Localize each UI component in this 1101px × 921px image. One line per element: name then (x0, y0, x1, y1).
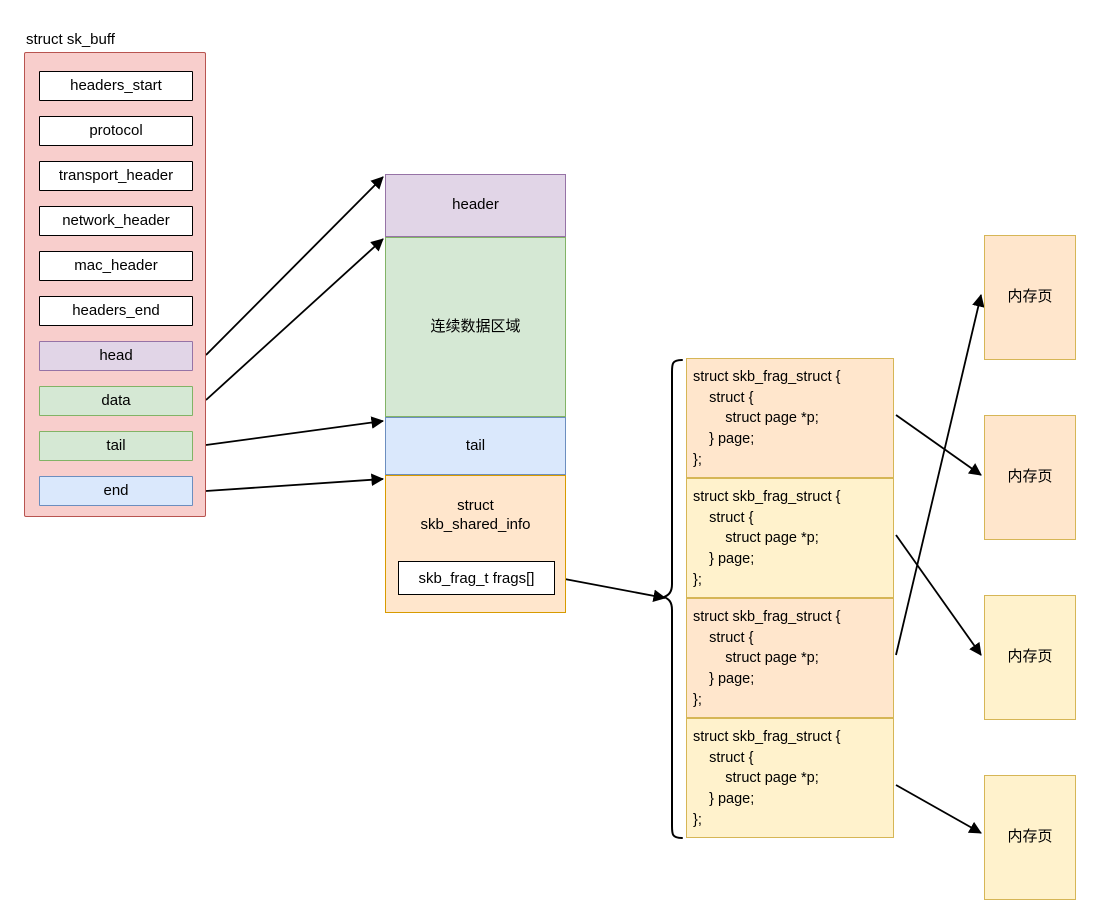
buffer-header-block[interactable]: header (385, 174, 566, 237)
skbuff-field-network-header[interactable]: network_header (39, 206, 193, 236)
edge-frag4-to-page4 (895, 784, 982, 834)
buffer-tail-block[interactable]: tail (385, 417, 566, 475)
skbuff-field-transport-header[interactable]: transport_header (39, 161, 193, 191)
edge-head-to-header (205, 176, 384, 356)
skbuff-field-headers-start[interactable]: headers_start (39, 71, 193, 101)
frag-struct-3[interactable]: struct skb_frag_struct { struct { struct… (686, 598, 894, 718)
edge-frag2-to-page3 (895, 534, 982, 656)
buffer-data-area-block[interactable]: 连续数据区域 (385, 237, 566, 417)
skbuff-field-data[interactable]: data (39, 386, 193, 416)
skbuff-field-head[interactable]: head (39, 341, 193, 371)
edge-end-to-sharedinfo (205, 473, 385, 492)
memory-page-3[interactable]: 内存页 (984, 595, 1076, 720)
skbuff-field-protocol[interactable]: protocol (39, 116, 193, 146)
memory-page-1[interactable]: 内存页 (984, 235, 1076, 360)
skbuff-field-end[interactable]: end (39, 476, 193, 506)
frag-struct-2[interactable]: struct skb_frag_struct { struct { struct… (686, 478, 894, 598)
skbuff-field-headers-end[interactable]: headers_end (39, 296, 193, 326)
edge-frag3-to-page1 (895, 294, 985, 656)
frag-struct-1[interactable]: struct skb_frag_struct { struct { struct… (686, 358, 894, 478)
edge-frag1-to-page2 (895, 414, 982, 476)
memory-page-4[interactable]: 内存页 (984, 775, 1076, 900)
skb-frag-array-box[interactable]: skb_frag_t frags[] (398, 561, 555, 595)
edge-tail-to-tail (205, 416, 384, 446)
memory-page-2[interactable]: 内存页 (984, 415, 1076, 540)
edge-frags-to-fraglist (553, 576, 666, 603)
frag-group-brace (661, 359, 683, 839)
skbuff-title: struct sk_buff (26, 30, 115, 48)
skbuff-container: headers_start protocol transport_header … (24, 52, 206, 517)
skbuff-field-mac-header[interactable]: mac_header (39, 251, 193, 281)
edge-data-to-dataarea (205, 238, 384, 401)
frag-struct-4[interactable]: struct skb_frag_struct { struct { struct… (686, 718, 894, 838)
skbuff-field-tail[interactable]: tail (39, 431, 193, 461)
diagram-canvas: struct sk_buff headers_start protocol tr… (0, 0, 1101, 921)
